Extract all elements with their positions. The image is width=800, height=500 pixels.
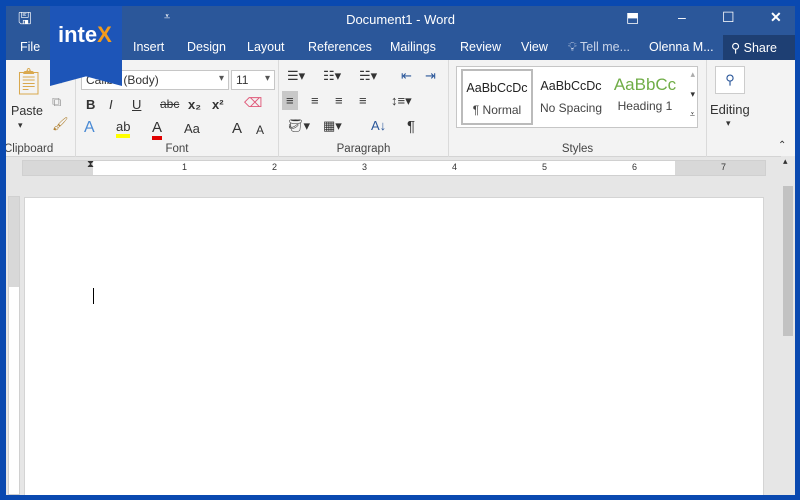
- tab-mailings[interactable]: Mailings: [390, 40, 436, 54]
- styles-group: AaBbCcDc ¶ Normal AaBbCcDc No Spacing AaBb…: [449, 60, 707, 157]
- subscript-button[interactable]: x₂: [188, 97, 201, 112]
- paste-clipboard-icon[interactable]: 📋︎: [12, 66, 45, 97]
- ruler-mark: 7: [721, 162, 727, 172]
- justify-icon[interactable]: ≡: [359, 93, 367, 108]
- intex-logo: inteX: [50, 6, 122, 86]
- editing-dropdown-icon[interactable]: ▾: [726, 118, 731, 129]
- document-page[interactable]: [24, 197, 764, 495]
- indent-marker[interactable]: ⧗: [87, 159, 94, 170]
- font-label: Font: [165, 143, 189, 155]
- window-title: Document1 - Word: [346, 12, 455, 27]
- scroll-up-arrow[interactable]: ▴: [783, 156, 788, 167]
- text-cursor: [93, 288, 94, 304]
- person-icon: ⚲: [731, 41, 741, 55]
- italic-button[interactable]: I: [109, 97, 113, 112]
- font-color-icon[interactable]: A: [152, 119, 163, 140]
- format-painter-icon[interactable]: 🖌︎: [52, 116, 69, 132]
- styles-scroll-up[interactable]: ▴: [690, 69, 695, 80]
- horizontal-ruler[interactable]: ⧗ 1 2 3 4 5 6 7: [22, 159, 766, 176]
- bullets-icon[interactable]: ☰▾: [287, 68, 305, 84]
- tab-layout[interactable]: Layout: [247, 40, 285, 54]
- copy-icon[interactable]: ⧉: [52, 94, 61, 110]
- maximize-button[interactable]: ☐: [722, 9, 735, 26]
- scrollbar-thumb[interactable]: [783, 186, 793, 336]
- ruler-mark: 6: [632, 162, 638, 172]
- bold-button[interactable]: B: [86, 97, 95, 112]
- tab-insert[interactable]: Insert: [133, 40, 164, 54]
- text-effects-icon[interactable]: A: [84, 119, 95, 137]
- editing-button[interactable]: Editing: [710, 102, 750, 117]
- paragraph-group: ☰▾ ☷▾ ☵▾ ⇤ ⇥ ≡ ≡ ≡ ≡ ↕≡▾ 🪣︎▾ ▦▾ A↓ ¶ Par…: [279, 60, 449, 157]
- lightbulb-icon: 💡︎: [568, 40, 577, 54]
- numbering-icon[interactable]: ☷▾: [323, 68, 341, 84]
- grow-font-button[interactable]: A: [232, 120, 242, 137]
- decrease-indent-icon[interactable]: ⇤: [401, 68, 412, 84]
- editing-group[interactable]: ⚲ Editing ▾: [707, 60, 767, 157]
- tab-references[interactable]: References: [308, 40, 372, 54]
- tell-me-search[interactable]: 💡︎ Tell me...: [568, 40, 630, 55]
- align-right-icon[interactable]: ≡: [335, 93, 343, 108]
- style-heading-1[interactable]: AaBbCc Heading 1: [609, 69, 681, 125]
- show-formatting-button[interactable]: ¶: [407, 118, 415, 135]
- styles-more[interactable]: ⩡: [690, 109, 695, 120]
- tab-design[interactable]: Design: [187, 40, 226, 54]
- collapse-ribbon-icon[interactable]: ⌃: [778, 140, 786, 151]
- user-account[interactable]: Olenna M...: [649, 40, 714, 54]
- align-center-icon[interactable]: ≡: [311, 93, 319, 108]
- styles-gallery: AaBbCcDc ¶ Normal AaBbCcDc No Spacing AaBb…: [456, 66, 698, 128]
- ruler-mark: 2: [272, 162, 278, 172]
- ruler-mark: 5: [542, 162, 548, 172]
- word-window: 🖫 ⩡ Document1 - Word ⬒ – ☐ ✕ inteX File …: [6, 6, 795, 495]
- highlight-color-icon[interactable]: ab: [116, 119, 131, 138]
- style-normal[interactable]: AaBbCcDc ¶ Normal: [461, 69, 533, 125]
- paste-button[interactable]: Paste: [11, 104, 43, 118]
- strikethrough-button[interactable]: abc: [160, 97, 179, 111]
- underline-button[interactable]: U: [132, 97, 141, 112]
- ribbon-tabs: File Insert Design Layout References Mai…: [6, 35, 795, 60]
- font-size-select[interactable]: 11: [231, 70, 275, 90]
- style-no-spacing[interactable]: AaBbCcDc No Spacing: [535, 69, 607, 125]
- multilevel-list-icon[interactable]: ☵▾: [359, 68, 377, 84]
- share-button[interactable]: ⚲ Share: [723, 35, 795, 60]
- styles-scroll-down[interactable]: ▾: [690, 89, 695, 100]
- ruler-mark: 4: [452, 162, 458, 172]
- vertical-scrollbar[interactable]: ▴: [781, 156, 795, 495]
- vertical-ruler[interactable]: [8, 196, 20, 495]
- paragraph-label: Paragraph: [336, 143, 391, 155]
- shrink-font-button[interactable]: A: [256, 123, 264, 137]
- tab-file[interactable]: File: [20, 40, 40, 54]
- ribbon-display-icon[interactable]: ⬒: [626, 9, 639, 26]
- superscript-button[interactable]: x²: [212, 97, 224, 112]
- minimize-button[interactable]: –: [678, 9, 686, 25]
- close-button[interactable]: ✕: [770, 9, 782, 26]
- title-bar: 🖫 ⩡ Document1 - Word ⬒ – ☐ ✕: [6, 6, 795, 35]
- sort-icon[interactable]: A↓: [371, 118, 386, 133]
- search-icon[interactable]: ⚲: [715, 66, 745, 94]
- styles-label: Styles: [561, 143, 594, 155]
- borders-icon[interactable]: ▦▾: [323, 118, 342, 134]
- ribbon: 📋︎ Paste ▾ ✂ ⧉ 🖌︎ Clipboard Calibri (Bod…: [6, 60, 795, 157]
- change-case-button[interactable]: Aa: [184, 121, 200, 136]
- ruler-mark: 3: [362, 162, 368, 172]
- align-left-icon[interactable]: ≡: [282, 91, 298, 110]
- tab-view[interactable]: View: [521, 40, 548, 54]
- line-spacing-icon[interactable]: ↕≡▾: [391, 93, 412, 109]
- paste-dropdown-icon[interactable]: ▾: [18, 120, 23, 131]
- shading-icon[interactable]: 🪣︎▾: [287, 118, 310, 134]
- tab-review[interactable]: Review: [460, 40, 501, 54]
- clear-formatting-icon[interactable]: ⌫: [244, 95, 262, 111]
- clipboard-label: Clipboard: [6, 143, 54, 155]
- ruler-mark: 1: [182, 162, 188, 172]
- increase-indent-icon[interactable]: ⇥: [425, 68, 436, 84]
